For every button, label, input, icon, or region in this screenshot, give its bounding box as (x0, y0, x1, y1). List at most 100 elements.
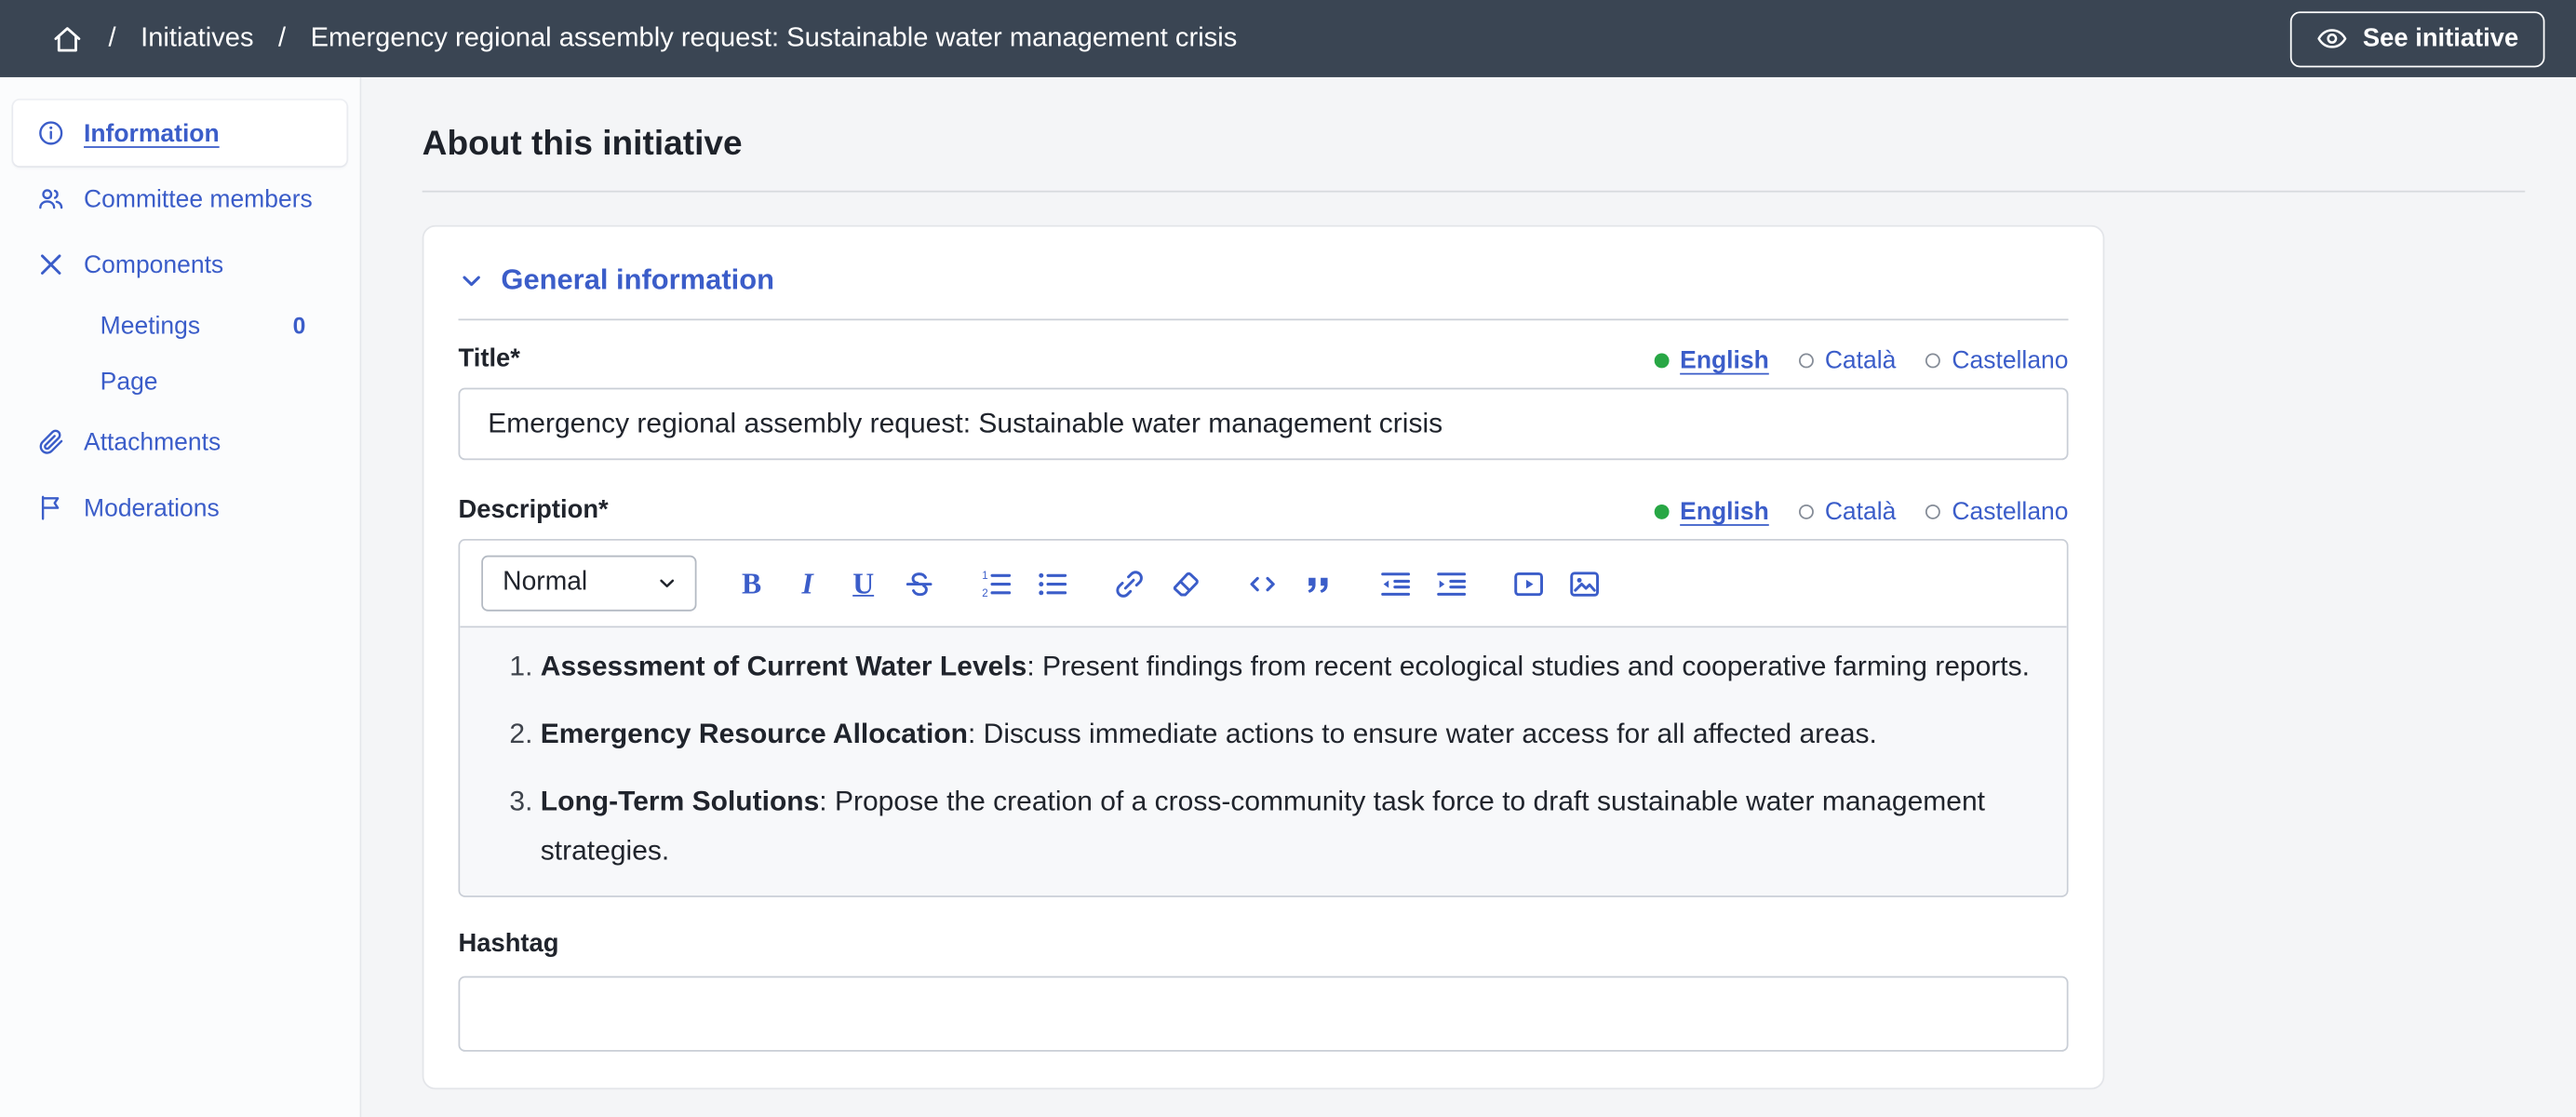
home-icon (51, 22, 84, 55)
chevron-down-icon (655, 572, 678, 595)
bullet-list-button[interactable] (1026, 558, 1080, 608)
unselected-language-dot (1799, 354, 1814, 369)
unselected-language-dot (1925, 505, 1940, 519)
title-divider (423, 191, 2526, 193)
indent-decrease-button[interactable] (1368, 558, 1422, 608)
clear-format-button[interactable] (1159, 558, 1213, 608)
paperclip-icon (36, 427, 66, 457)
topbar: / Initiatives / Emergency regional assem… (0, 0, 2576, 77)
selected-language-dot (1654, 354, 1669, 369)
code-button[interactable] (1236, 558, 1290, 608)
underline-icon: U (852, 569, 874, 599)
flag-icon (36, 493, 66, 523)
video-icon (1511, 566, 1546, 600)
unselected-language-dot (1799, 505, 1814, 519)
home-link[interactable] (51, 22, 84, 55)
link-icon (1112, 566, 1147, 600)
sidebar-item-label: Meetings (101, 312, 200, 340)
language-selector: English Català Castellano (1654, 346, 2069, 374)
breadcrumb-current-page: Emergency regional assembly request: Sus… (311, 23, 1238, 55)
general-information-card: General information Title* English Catal… (423, 225, 2105, 1090)
sidebar-item-label: Page (101, 368, 158, 396)
editor-toolbar: Normal B I U (460, 541, 2066, 628)
tools-icon (36, 249, 66, 279)
selected-language-dot (1654, 505, 1669, 519)
sidebar-item-page[interactable]: Page (13, 354, 346, 410)
italic-icon: I (801, 569, 812, 599)
editor-list-item: Assessment of Current Water Levels: Pres… (541, 642, 2034, 692)
editor-content-area[interactable]: Assessment of Current Water Levels: Pres… (460, 627, 2066, 895)
sidebar-item-committee-members[interactable]: Committee members (13, 166, 346, 232)
eraser-icon (1168, 566, 1202, 600)
underline-button[interactable]: U (837, 558, 891, 608)
unselected-language-dot (1925, 354, 1940, 369)
insert-image-button[interactable] (1558, 558, 1612, 608)
sidebar-item-label: Committee members (84, 185, 313, 213)
users-icon (36, 184, 66, 214)
info-icon (36, 118, 66, 148)
chevron-down-icon (459, 267, 485, 293)
language-tab-catala[interactable]: Català (1799, 498, 1897, 526)
title-field-row: Title* English Català Castellano (459, 345, 2069, 375)
language-selector: English Català Castellano (1654, 498, 2069, 526)
link-button[interactable] (1103, 558, 1157, 608)
italic-button[interactable]: I (781, 558, 835, 608)
breadcrumb-separator: / (278, 23, 286, 55)
blockquote-button[interactable] (1292, 558, 1346, 608)
language-tab-english[interactable]: English (1654, 498, 1769, 526)
see-initiative-label: See initiative (2363, 24, 2518, 54)
breadcrumb-separator: / (109, 23, 116, 55)
page-title: About this initiative (423, 125, 2526, 164)
sidebar-item-label: Moderations (84, 493, 220, 521)
language-tab-english[interactable]: English (1654, 346, 1769, 374)
sidebar-item-attachments[interactable]: Attachments (13, 410, 346, 476)
video-embed-button[interactable] (1501, 558, 1555, 608)
main-content: About this initiative General informatio… (361, 77, 2576, 1117)
decidim-admin-app: / Initiatives / Emergency regional assem… (0, 0, 2576, 1117)
ordered-list-icon: 1 2 (979, 566, 1013, 600)
bold-button[interactable]: B (724, 558, 778, 608)
sidebar-item-information[interactable]: Information (13, 101, 346, 167)
editor-list-item: Emergency Resource Allocation: Discuss i… (541, 710, 2034, 760)
indent-increase-button[interactable] (1425, 558, 1479, 608)
svg-text:2: 2 (982, 587, 987, 599)
indent-decrease-icon (1378, 566, 1413, 600)
breadcrumb-initiatives-link[interactable]: Initiatives (141, 23, 253, 55)
sidebar-item-label: Attachments (84, 428, 221, 456)
general-information-toggle[interactable]: General information (459, 262, 2069, 321)
image-icon (1567, 566, 1602, 600)
sidebar-item-moderations[interactable]: Moderations (13, 475, 346, 541)
strikethrough-button[interactable] (892, 558, 946, 608)
indent-increase-icon (1434, 566, 1469, 600)
editor-ordered-list: Assessment of Current Water Levels: Pres… (493, 642, 2034, 876)
strikethrough-icon (902, 566, 936, 600)
hashtag-input[interactable] (459, 976, 2069, 1052)
editor-list-item: Long-Term Solutions: Propose the creatio… (541, 777, 2034, 876)
language-tab-castellano[interactable]: Castellano (1925, 346, 2068, 374)
language-tab-catala[interactable]: Català (1799, 346, 1897, 374)
eye-icon (2316, 23, 2348, 55)
see-initiative-button[interactable]: See initiative (2290, 10, 2544, 66)
title-label: Title* (459, 345, 520, 375)
rich-text-editor: Normal B I U (459, 539, 2069, 897)
ordered-list-button[interactable]: 1 2 (970, 558, 1024, 608)
sidebar-item-components[interactable]: Components (13, 232, 346, 298)
sidebar-item-label: Information (84, 119, 220, 147)
sidebar-item-label: Components (84, 250, 223, 278)
code-icon (1245, 566, 1280, 600)
meetings-count-badge: 0 (293, 312, 324, 338)
description-field-row: Description* English Català Castellano (459, 496, 2069, 526)
bold-icon: B (742, 569, 761, 599)
language-tab-castellano[interactable]: Castellano (1925, 498, 2068, 526)
section-title: General information (501, 262, 774, 297)
sidebar-item-meetings[interactable]: Meetings 0 (13, 298, 346, 354)
sidebar: Information Committee members Compon (0, 77, 361, 1117)
bullet-list-icon (1035, 566, 1069, 600)
hashtag-label: Hashtag (459, 930, 2069, 960)
paragraph-style-select[interactable]: Normal (481, 556, 696, 612)
description-label: Description* (459, 496, 609, 526)
breadcrumb: / Initiatives / Emergency regional assem… (51, 22, 1238, 55)
svg-text:1: 1 (982, 570, 987, 581)
quote-icon (1301, 566, 1335, 600)
title-input[interactable] (459, 388, 2069, 461)
